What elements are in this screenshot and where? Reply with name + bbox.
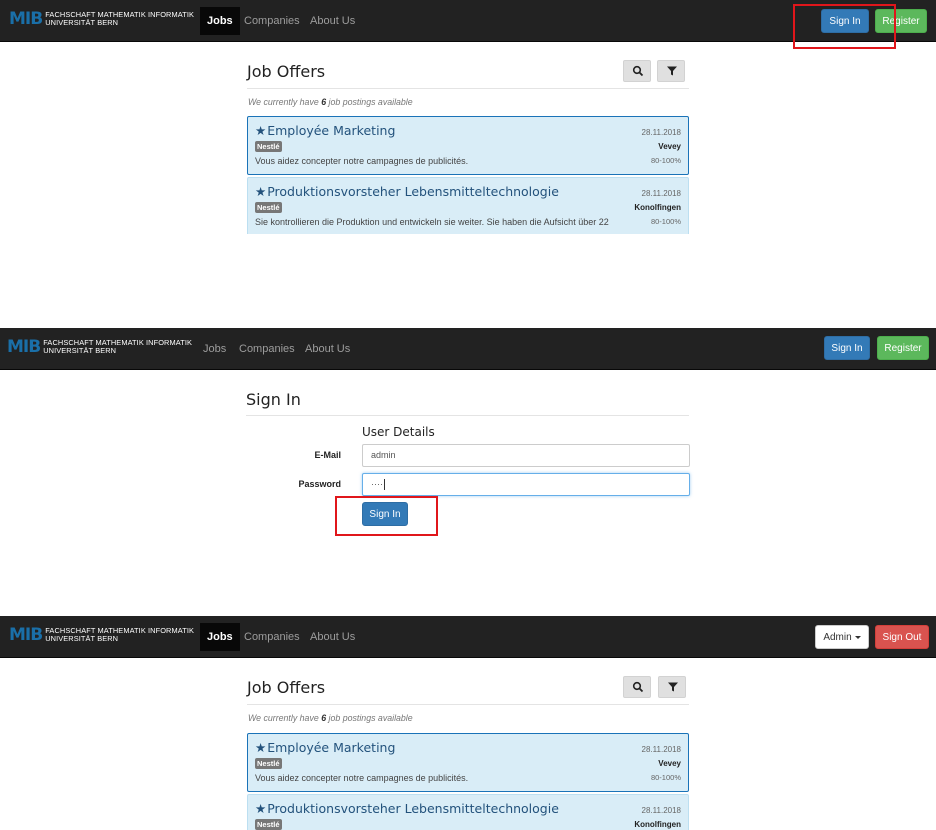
filter-icon: [668, 682, 678, 692]
title-divider: [247, 88, 689, 89]
search-button[interactable]: [623, 60, 651, 82]
filter-button[interactable]: [658, 676, 686, 698]
job-date: 28.11.2018: [641, 806, 681, 815]
job-description: Sie kontrollieren die Produktion und ent…: [255, 217, 609, 227]
job-list: ★Employée Marketing Nestlé Vous aidez co…: [247, 116, 689, 234]
brand-mark: MIB: [7, 337, 41, 357]
job-location: Konolfingen: [634, 820, 681, 829]
password-label: Password: [298, 479, 341, 489]
user-menu-label: Admin: [823, 632, 852, 643]
job-location: Vevey: [658, 759, 681, 768]
job-description: Vous aidez concepter notre campagnes de …: [255, 156, 469, 166]
caret-down-icon: [854, 635, 861, 639]
job-title[interactable]: ★Produktionsvorsteher Lebensmitteltechno…: [255, 801, 559, 816]
section-heading: User Details: [362, 425, 435, 439]
brand-mark: MIB: [9, 625, 43, 645]
sign-in-button[interactable]: Sign In: [824, 336, 870, 360]
job-workload: 80-100%: [650, 217, 681, 226]
highlight-submit: [335, 496, 438, 536]
nav-jobs[interactable]: Jobs: [200, 623, 240, 651]
page-title: Job Offers: [247, 62, 326, 81]
postings-count-note: We currently have 6 job postings availab…: [248, 97, 413, 107]
nav-companies[interactable]: Companies: [240, 7, 304, 35]
brand-text: Fachschaft Mathematik Informatik Universi…: [45, 625, 195, 643]
brand-mark: MIB: [9, 9, 43, 29]
nav-companies[interactable]: Companies: [235, 335, 299, 363]
brand-logo[interactable]: MIB Fachschaft Mathematik Informatik Univ…: [9, 9, 194, 29]
email-label: E-Mail: [314, 450, 341, 460]
job-title[interactable]: ★Produktionsvorsteher Lebensmitteltechno…: [255, 184, 559, 199]
company-badge: Nestlé: [255, 758, 282, 769]
nav-about[interactable]: About Us: [301, 335, 354, 363]
password-value: ····: [371, 479, 383, 489]
brand-logo[interactable]: MIB Fachschaft Mathematik Informatik Univ…: [9, 625, 194, 645]
job-list: ★Employée Marketing Nestlé Vous aidez co…: [247, 733, 690, 830]
job-card[interactable]: ★Employée Marketing Nestlé Vous aidez co…: [247, 116, 689, 175]
job-date: 28.11.2018: [641, 128, 681, 137]
navbar: MIB Fachschaft Mathematik Informatik Univ…: [0, 328, 936, 370]
job-card[interactable]: ★Employée Marketing Nestlé Vous aidez co…: [247, 733, 689, 792]
filter-button[interactable]: [657, 60, 685, 82]
star-icon: ★: [255, 740, 267, 755]
sign-out-button[interactable]: Sign Out: [875, 625, 929, 649]
brand-text: Fachschaft Mathematik Informatik Universi…: [43, 337, 193, 355]
company-badge: Nestlé: [255, 202, 282, 213]
job-title[interactable]: ★Employée Marketing: [255, 123, 395, 138]
password-field[interactable]: ····: [362, 473, 690, 496]
text-cursor: [384, 479, 385, 491]
job-card[interactable]: ★Produktionsvorsteher Lebensmitteltechno…: [247, 794, 689, 830]
panel-sign-in: MIB Fachschaft Mathematik Informatik Univ…: [0, 328, 936, 540]
search-icon: [632, 681, 644, 693]
search-icon: [632, 65, 644, 77]
job-description: Vous aidez concepter notre campagnes de …: [255, 773, 469, 783]
job-date: 28.11.2018: [641, 189, 681, 198]
panel-jobs-logged-out: MIB Fachschaft Mathematik Informatik Univ…: [0, 0, 936, 236]
search-button[interactable]: [623, 676, 651, 698]
page-title: Job Offers: [247, 678, 326, 697]
job-location: Konolfingen: [634, 203, 681, 212]
user-menu-button[interactable]: Admin: [815, 625, 869, 649]
job-card[interactable]: ★Produktionsvorsteher Lebensmitteltechno…: [247, 177, 689, 234]
postings-count-note: We currently have 6 job postings availab…: [248, 713, 413, 723]
brand-logo[interactable]: MIB Fachschaft Mathematik Informatik Univ…: [7, 337, 192, 357]
company-badge: Nestlé: [255, 819, 282, 830]
company-badge: Nestlé: [255, 141, 282, 152]
title-divider: [247, 704, 689, 705]
star-icon: ★: [255, 801, 267, 816]
panel-jobs-logged-in: MIB Fachschaft Mathematik Informatik Univ…: [0, 616, 936, 830]
brand-text: Fachschaft Mathematik Informatik Universi…: [45, 9, 195, 27]
star-icon: ★: [255, 123, 267, 138]
job-date: 28.11.2018: [641, 745, 681, 754]
job-workload: 80-100%: [650, 773, 681, 782]
filter-icon: [667, 66, 677, 76]
nav-jobs[interactable]: Jobs: [199, 335, 230, 363]
navbar: MIB Fachschaft Mathematik Informatik Univ…: [0, 616, 936, 658]
job-title[interactable]: ★Employée Marketing: [255, 740, 395, 755]
title-divider: [246, 415, 689, 416]
nav-companies[interactable]: Companies: [240, 623, 304, 651]
register-button[interactable]: Register: [877, 336, 929, 360]
nav-jobs[interactable]: Jobs: [200, 7, 240, 35]
highlight-sign-in: [793, 4, 896, 49]
star-icon: ★: [255, 184, 267, 199]
job-location: Vevey: [658, 142, 681, 151]
nav-about[interactable]: About Us: [306, 7, 359, 35]
email-field[interactable]: admin: [362, 444, 690, 467]
job-workload: 80-100%: [650, 156, 681, 165]
page-title: Sign In: [246, 390, 301, 409]
nav-about[interactable]: About Us: [306, 623, 359, 651]
